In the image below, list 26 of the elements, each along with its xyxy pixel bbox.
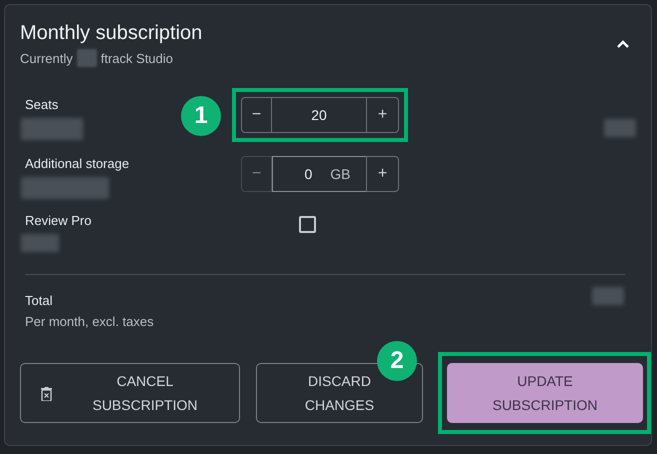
row-label: Seats <box>25 97 60 112</box>
trash-icon <box>41 387 52 401</box>
increment-button[interactable]: + <box>366 156 399 192</box>
subtitle-text: ftrack Studio <box>100 50 174 66</box>
redaction-mark <box>21 234 59 252</box>
redaction-mark <box>592 287 624 305</box>
increment-button[interactable]: + <box>366 97 399 133</box>
redaction-mark <box>76 49 97 67</box>
row-label: Review Pro <box>25 213 92 228</box>
quantity-field[interactable]: 20 <box>272 97 366 133</box>
step-badge: 1 <box>181 96 221 136</box>
collapse-icon[interactable] <box>616 39 630 49</box>
step-badge: 2 <box>377 341 417 381</box>
update-button[interactable]: UPDATE SUBSCRIPTION <box>447 363 643 423</box>
unit-label: GB <box>330 166 351 182</box>
total-note: Per month, excl. taxes <box>25 314 154 329</box>
quantity-field[interactable]: 0 GB <box>272 156 366 192</box>
row-label: Additional storage <box>25 156 130 171</box>
checkbox[interactable] <box>299 216 316 233</box>
subtitle-text: Currently <box>20 50 73 66</box>
redaction-mark <box>604 119 636 137</box>
action-button[interactable]: CANCEL SUBSCRIPTION <box>20 363 240 423</box>
card-title: Monthly subscription <box>20 21 202 45</box>
redaction-mark <box>21 118 83 140</box>
total-label: Total <box>25 293 54 308</box>
decrement-button[interactable]: − <box>241 97 272 133</box>
